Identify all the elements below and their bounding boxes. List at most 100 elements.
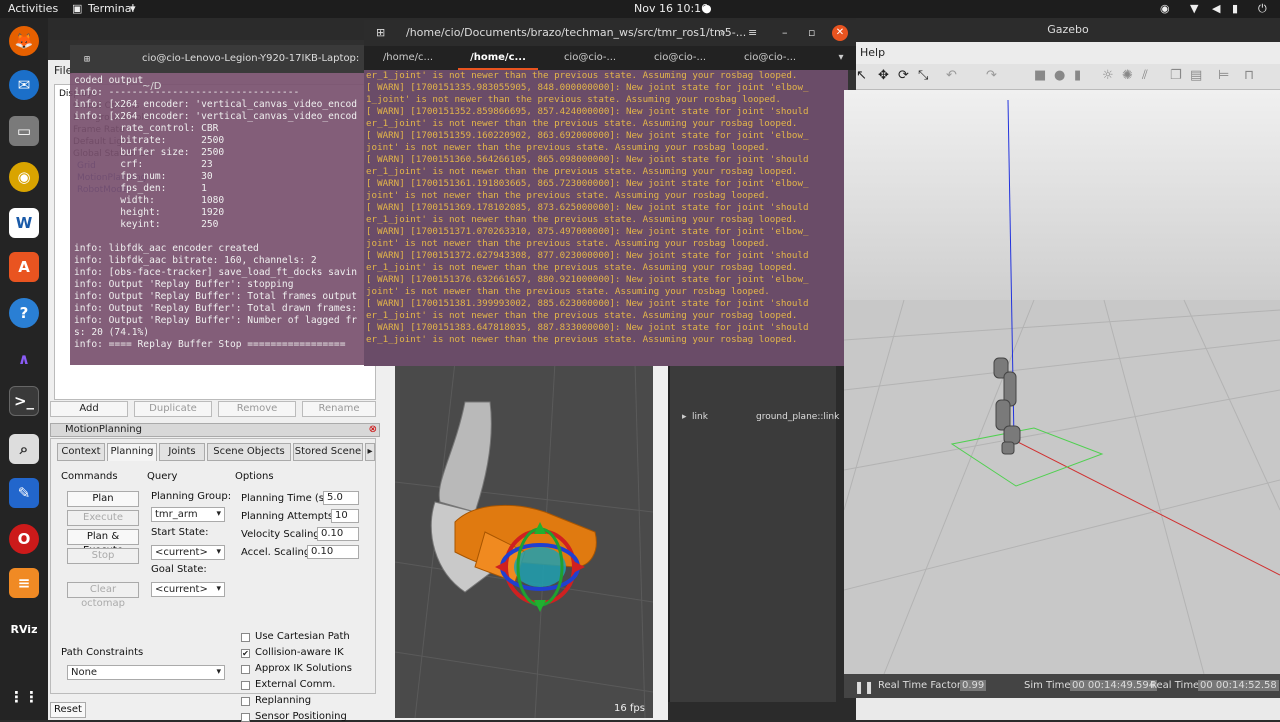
terminal-line: er_1_joint' is not newer than the previo… [366,70,798,81]
close-icon[interactable]: ⊗ [369,424,377,436]
stack-icon[interactable]: ≡ [9,568,39,598]
help-icon[interactable]: ? [9,298,39,328]
plan-button[interactable]: Plan [67,491,139,507]
tab-4[interactable]: cio@cio-... [640,46,720,70]
option-checkbox[interactable] [241,681,250,690]
hamburger-menu-icon[interactable]: ≡ [748,20,757,46]
paste-icon[interactable]: ▤ [1190,68,1202,83]
gazebo-scene[interactable] [844,90,1280,674]
option-checkbox[interactable] [241,697,250,706]
select-icon[interactable]: ↖ [856,68,867,83]
tab-5[interactable]: cio@cio-... [730,46,810,70]
ubuntu-software-icon[interactable]: A [9,252,39,282]
tab-3[interactable]: cio@cio-... [550,46,630,70]
tab-context[interactable]: Context [57,443,105,461]
planning-time-spinbox[interactable]: 5.0 [323,491,359,505]
directional-light-icon[interactable]: ⫽ [1142,68,1148,83]
align-icon[interactable]: ⊨ [1218,68,1229,83]
goal-state-select[interactable]: <current> [151,582,225,597]
menu-help[interactable]: Help [860,46,885,59]
activities-button[interactable]: Activities [8,2,58,15]
search-icon[interactable]: ⌕ [720,20,726,46]
terminal-line: [ WARN] [1700151352.859866695, 857.42400… [366,106,809,117]
apps-grid-icon[interactable]: ⋮⋮ [9,682,39,712]
files-icon[interactable]: ▭ [9,116,39,146]
translate-icon[interactable]: ✥ [878,68,889,83]
tab-scene-objects[interactable]: Scene Objects [207,443,291,461]
path-constraints-select[interactable]: None [67,665,225,680]
rotate-icon[interactable]: ⟳ [898,68,909,83]
add-button[interactable]: Add [50,401,128,417]
stop-button[interactable]: Stop [67,548,139,564]
planning-group-select[interactable]: tmr_arm [151,507,225,522]
tab-planning[interactable]: Planning [107,443,157,461]
tab-scroll-right-icon[interactable]: ▸ [365,443,375,461]
app-menu[interactable]: Terminal [88,2,135,15]
power-icon[interactable]: ⏻ [1258,2,1267,16]
rhythmbox-icon[interactable]: ◉ [9,162,39,192]
new-tab-icon[interactable]: ⊞ [376,20,385,46]
plan-execute-button[interactable]: Plan & Execute [67,529,139,556]
start-state-select[interactable]: <current> [151,545,225,560]
minimize-icon[interactable]: – [782,20,788,46]
search-icon[interactable]: ⌕ [9,434,39,464]
option-checkbox[interactable]: ✔ [241,649,250,658]
obs-terminal-window[interactable]: cio@cio-Lenovo-Legion-Y920-17IKB-Laptop:… [70,45,366,365]
close-icon[interactable]: ✕ [832,25,848,41]
expand-arrow-icon[interactable]: ▸ [682,412,687,422]
reset-button[interactable]: Reset [50,702,86,718]
duplicate-button[interactable]: Duplicate [134,401,212,417]
point-light-icon[interactable]: ☼ [1102,68,1114,83]
box-icon[interactable]: ■ [1034,68,1046,83]
real-time-label: Real Time: [1150,680,1203,691]
planning-attempts-spinbox[interactable]: 10 [331,509,359,523]
cylinder-icon[interactable]: ▮ [1074,68,1081,83]
option-checkbox[interactable] [241,713,250,722]
pause-icon[interactable]: ❚❚ [854,680,874,694]
scale-icon[interactable]: ⤡ [918,68,928,83]
terminal-window[interactable]: ⊞ /home/cio/Documents/brazo/techman_ws/s… [364,20,856,366]
wifi-icon[interactable]: ▼ [1190,2,1198,15]
redo-icon[interactable]: ↷ [986,68,997,83]
execute-button[interactable]: Execute [67,510,139,526]
sphere-icon[interactable]: ● [1054,68,1065,83]
terminal-line: [ WARN] [1700151383.647818035, 887.83300… [366,322,809,333]
velocity-scaling-spinbox[interactable]: 0.10 [317,527,359,541]
rviz-icon[interactable]: RViz [9,614,39,644]
clear-octomap-button[interactable]: Clear octomap [67,582,139,609]
terminal-icon[interactable]: >_ [9,386,39,416]
opera-icon[interactable]: O [9,524,39,554]
text-editor-icon[interactable]: ✎ [9,478,39,508]
new-tab-icon[interactable]: ⊞ [84,54,90,66]
battery-icon[interactable]: ▮ [1232,2,1238,15]
option-checkbox[interactable] [241,665,250,674]
remove-button[interactable]: Remove [218,401,296,417]
accel-scaling-spinbox[interactable]: 0.10 [307,545,359,559]
volume-icon[interactable]: ◀ [1212,2,1220,15]
tabs-dropdown-icon[interactable]: ▾ [832,46,850,70]
thunderbird-icon[interactable]: ✉ [9,70,39,100]
snap-icon[interactable]: ⊓ [1244,68,1254,83]
terminal-line: crf: 23 [74,159,213,170]
tab-2[interactable]: /home/c... [458,46,538,70]
matlab-icon[interactable]: ∧ [9,344,39,374]
update-icon[interactable]: ◉ [1160,2,1170,15]
tab-1[interactable]: /home/c... [368,46,448,70]
terminal-line: info: ==== Replay Buffer Stop ==========… [74,339,346,350]
terminal-line: fps_num: 30 [74,171,213,182]
undo-icon[interactable]: ↶ [946,68,957,83]
tab-stored-scenes[interactable]: Stored Scene [293,443,363,461]
libreoffice-writer-icon[interactable]: W [9,208,39,238]
properties-panel[interactable]: ▸ link ground_plane::link [668,360,839,702]
3d-viewport[interactable] [394,361,654,719]
option-checkbox[interactable] [241,633,250,642]
spot-light-icon[interactable]: ✺ [1122,68,1133,83]
rename-button[interactable]: Rename [302,401,376,417]
clock[interactable]: Nov 16 10:16 [634,2,708,15]
terminal-line: 1_joint' is not newer than the previous … [366,94,781,105]
maximize-icon[interactable]: ▫ [808,20,815,46]
tab-joints[interactable]: Joints [159,443,205,461]
firefox-icon[interactable]: 🦊 [9,26,39,56]
copy-icon[interactable]: ❐ [1170,68,1182,83]
